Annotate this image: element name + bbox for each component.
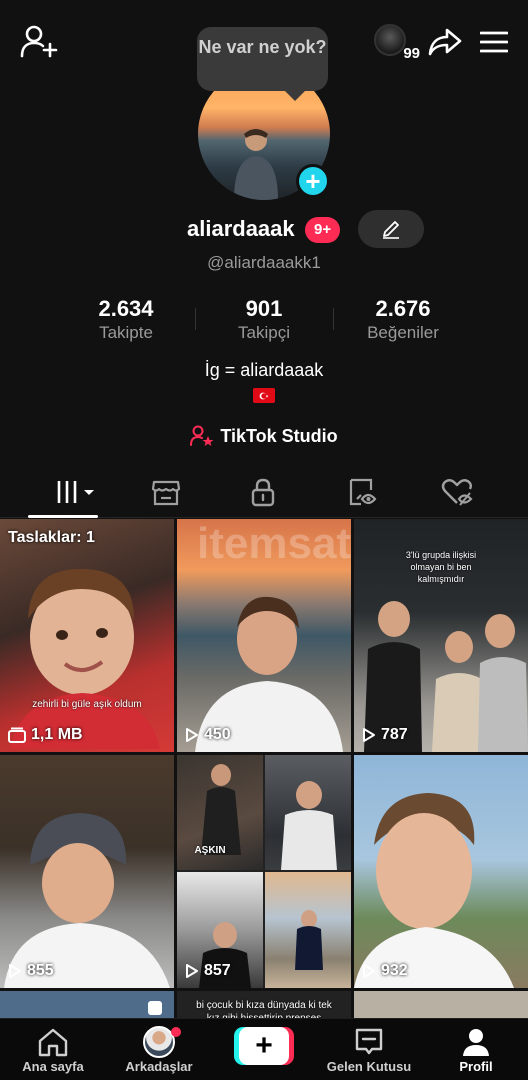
tile-caption: zehirli bi güle aşık oldum bbox=[32, 699, 142, 710]
inbox-icon bbox=[355, 1028, 383, 1055]
nav-home[interactable]: Ana sayfa bbox=[3, 1025, 103, 1074]
avatar-story-button[interactable]: 99 bbox=[374, 24, 420, 62]
video-tile-partial[interactable] bbox=[354, 991, 528, 1021]
nav-label: Gelen Kutusu bbox=[326, 1059, 412, 1074]
videos-grid-icon bbox=[57, 481, 94, 503]
stat-likes[interactable]: 2.676 Beğeniler bbox=[333, 296, 473, 343]
nav-label: Profil bbox=[459, 1059, 493, 1074]
liked-icon bbox=[441, 479, 473, 506]
thumbnail-image bbox=[354, 793, 514, 988]
video-tile[interactable]: AŞKIN 857 bbox=[177, 755, 351, 988]
video-tile[interactable]: 3'lü grupda ilişkisi olmayan bi ben kalm… bbox=[354, 519, 528, 752]
tab-liked[interactable] bbox=[437, 476, 477, 508]
menu-icon[interactable] bbox=[480, 30, 508, 54]
username: aliardaaak bbox=[187, 216, 295, 241]
view-count: 932 bbox=[362, 962, 408, 980]
draft-size: 1,1 MB bbox=[8, 726, 83, 744]
status-note-bubble[interactable]: Ne var ne yok? bbox=[197, 27, 328, 101]
video-tile-partial[interactable]: bi çocuk bi kıza dünyada ki tek kız gibi… bbox=[177, 991, 351, 1021]
stat-label: Beğeniler bbox=[367, 323, 439, 342]
view-count: 787 bbox=[362, 726, 408, 744]
play-icon bbox=[186, 728, 198, 742]
bubble-tail bbox=[285, 91, 305, 101]
pencil-icon bbox=[383, 221, 399, 239]
play-icon bbox=[186, 964, 198, 978]
profile-icon bbox=[463, 1029, 489, 1056]
status-note-text: Ne var ne yok? bbox=[198, 37, 327, 57]
home-icon bbox=[38, 1028, 68, 1057]
stat-value: 2.634 bbox=[98, 296, 154, 321]
play-icon bbox=[363, 964, 375, 978]
notification-badge[interactable]: 9+ bbox=[305, 217, 341, 243]
video-tile-partial[interactable] bbox=[0, 991, 174, 1021]
avatar-count: 99 bbox=[403, 45, 420, 62]
active-tab-indicator bbox=[28, 515, 98, 518]
edit-profile-button[interactable] bbox=[358, 210, 424, 248]
video-tile[interactable]: 932 bbox=[354, 755, 528, 988]
stats-row: 2.634 Takipte 901 Takipçi 2.676 Beğenile… bbox=[0, 296, 528, 346]
stat-label: Takipte bbox=[99, 323, 153, 342]
stat-followers[interactable]: 901 Takipçi bbox=[194, 296, 334, 343]
add-story-button[interactable]: + bbox=[296, 164, 330, 198]
watermark-text: itemsatis bbox=[197, 519, 351, 568]
multi-photo-icon bbox=[148, 1001, 162, 1015]
view-count: 450 bbox=[185, 726, 231, 744]
avatar bbox=[374, 24, 406, 56]
tile-caption: AŞKIN bbox=[194, 845, 226, 856]
profile-person-silhouette bbox=[234, 129, 278, 200]
view-count-value: 857 bbox=[204, 962, 231, 979]
tab-tagged[interactable] bbox=[342, 476, 382, 508]
user-handle: @aliardaaakk1 bbox=[207, 253, 321, 272]
stat-label: Takipçi bbox=[238, 323, 290, 342]
tab-videos[interactable] bbox=[54, 476, 98, 508]
draft-size-value: 1,1 MB bbox=[31, 726, 83, 743]
drafts-label: Taslaklar: 1 bbox=[8, 529, 95, 546]
video-tile[interactable]: itemsatis 450 bbox=[177, 519, 351, 752]
turkey-flag-icon bbox=[253, 388, 275, 403]
notification-dot bbox=[171, 1027, 181, 1037]
folder-icon bbox=[8, 727, 26, 743]
draft-tile[interactable]: Taslaklar: 1 zehirli bi güle aşık oldum … bbox=[0, 519, 174, 752]
play-icon bbox=[363, 728, 375, 742]
plus-icon: + bbox=[239, 1027, 289, 1065]
share-icon[interactable] bbox=[428, 27, 462, 57]
view-count: 857 bbox=[185, 962, 231, 980]
name-row: aliardaaak 9+ bbox=[0, 210, 528, 250]
view-count-value: 932 bbox=[381, 962, 408, 979]
play-icon bbox=[9, 964, 21, 978]
tab-private[interactable] bbox=[243, 476, 283, 508]
tile-caption: 3'lü grupda ilişkisi olmayan bi ben kalm… bbox=[405, 550, 477, 584]
create-button[interactable]: + bbox=[234, 1027, 294, 1065]
add-friend-icon[interactable] bbox=[20, 24, 58, 58]
nav-label: Ana sayfa bbox=[22, 1059, 84, 1074]
thumbnail-image bbox=[4, 813, 170, 988]
nav-friends[interactable]: Arkadaşlar bbox=[109, 1025, 209, 1074]
stat-value: 901 bbox=[245, 296, 283, 321]
tagged-icon bbox=[349, 478, 377, 506]
shop-icon bbox=[151, 480, 181, 506]
studio-label: TikTok Studio bbox=[220, 425, 338, 446]
thumbnail-image bbox=[199, 764, 337, 988]
studio-icon bbox=[190, 425, 214, 446]
stat-following[interactable]: 2.634 Takipte bbox=[56, 296, 196, 343]
view-count-value: 787 bbox=[381, 726, 408, 743]
lock-icon bbox=[251, 478, 275, 507]
view-count: 855 bbox=[8, 962, 54, 980]
profile-tabs bbox=[0, 468, 528, 518]
nav-profile[interactable]: Profil bbox=[426, 1025, 526, 1074]
video-tile[interactable]: 855 bbox=[0, 755, 174, 988]
nav-inbox[interactable]: Gelen Kutusu bbox=[319, 1025, 419, 1074]
view-count-value: 855 bbox=[27, 962, 54, 979]
tiktok-studio-link[interactable]: TikTok Studio bbox=[0, 425, 528, 447]
tab-shop[interactable] bbox=[146, 476, 186, 508]
bottom-nav: Ana sayfa Arkadaşlar + Gelen Kutusu Prof… bbox=[0, 1018, 528, 1080]
view-count-value: 450 bbox=[204, 726, 231, 743]
nav-label: Arkadaşlar bbox=[125, 1059, 193, 1074]
bio-text: İg = aliardaaak bbox=[204, 360, 324, 380]
stat-value: 2.676 bbox=[375, 296, 431, 321]
thumbnail-image bbox=[10, 568, 160, 749]
